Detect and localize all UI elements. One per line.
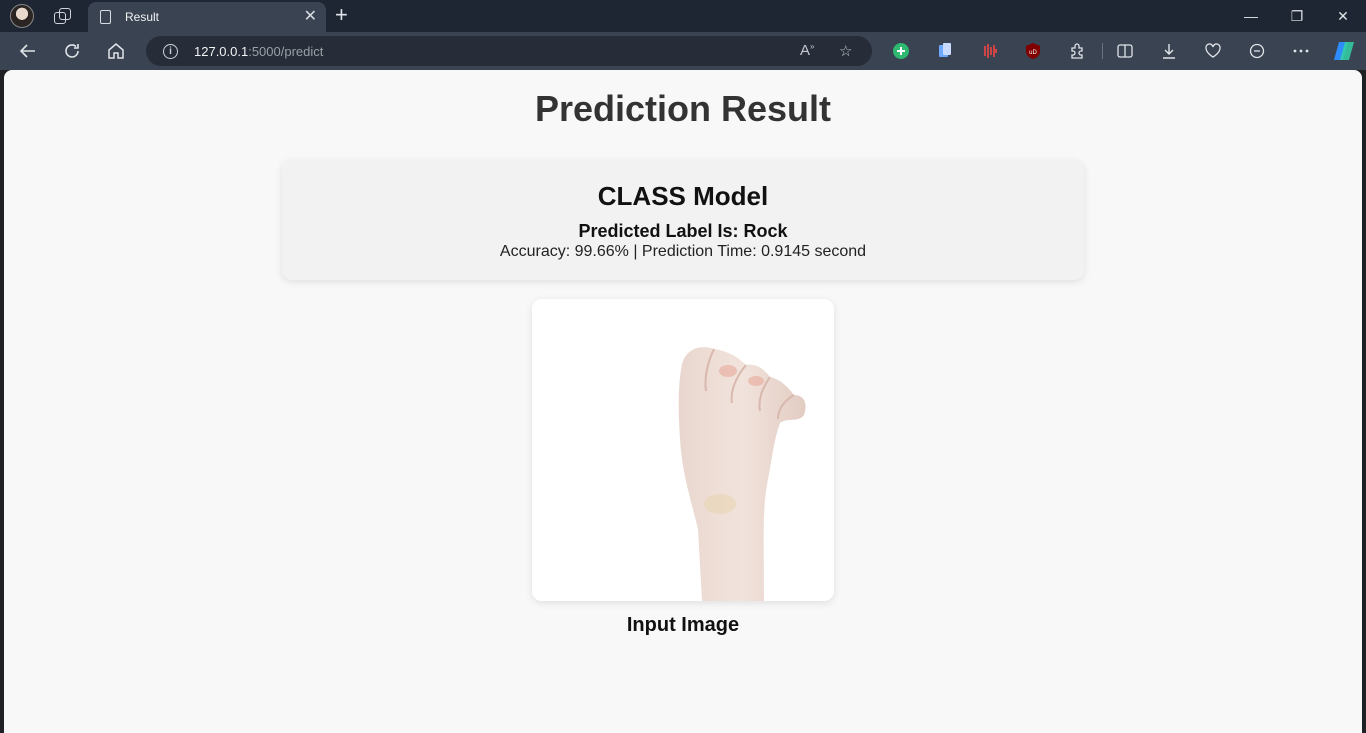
info-icon[interactable]: i (163, 43, 178, 59)
tab-close-icon[interactable]: ✕ (304, 9, 317, 25)
more-icon[interactable] (1292, 42, 1310, 60)
collections-icon[interactable] (936, 42, 954, 60)
add-extension-icon[interactable] (892, 42, 910, 60)
downloads-icon[interactable] (1160, 42, 1178, 60)
minimize-button[interactable]: — (1228, 0, 1274, 32)
ublock-icon[interactable]: uD (1024, 42, 1042, 60)
input-image (532, 299, 834, 601)
home-icon[interactable] (105, 40, 127, 62)
tab-title: Result (125, 10, 160, 24)
toolbar-separator (1102, 43, 1103, 59)
read-aloud-icon[interactable]: A» (800, 42, 814, 59)
split-screen-icon[interactable] (1116, 42, 1134, 60)
model-title: CLASS Model (597, 181, 769, 211)
image-caption: Input Image (626, 614, 740, 636)
svg-text:uD: uD (1029, 50, 1037, 56)
favorite-star-icon[interactable]: ☆ (839, 42, 852, 60)
page-viewport: Prediction Result CLASS Model Predicted … (4, 70, 1362, 733)
page-title: Prediction Result (534, 88, 832, 129)
extensions-icon[interactable] (1068, 42, 1086, 60)
workspaces-icon[interactable] (54, 8, 71, 24)
tab-result[interactable]: Result ✕ (88, 2, 326, 32)
browser-essentials-icon[interactable] (1204, 42, 1222, 60)
result-card: CLASS Model Predicted Label Is: Rock Acc… (282, 160, 1084, 280)
close-window-button[interactable]: ✕ (1320, 0, 1366, 32)
back-icon[interactable] (17, 40, 39, 62)
hand-image (532, 299, 834, 601)
title-bar: Result ✕ + — ❐ ✕ (0, 0, 1366, 32)
profile-avatar[interactable] (10, 4, 34, 28)
new-tab-button[interactable]: + (335, 4, 348, 26)
refresh-icon[interactable] (61, 40, 83, 62)
page-doc-icon (100, 10, 111, 24)
url-text[interactable]: 127.0.0.1:5000/predict (194, 44, 323, 59)
address-bar[interactable]: i 127.0.0.1:5000/predict A» ☆ (146, 36, 872, 66)
predicted-label: Predicted Label Is: Rock (578, 221, 788, 241)
url-path: :5000/predict (248, 43, 324, 59)
audio-extension-icon[interactable] (980, 42, 998, 60)
url-host: 127.0.0.1 (194, 43, 249, 59)
prediction-metrics: Accuracy: 99.66% | Prediction Time: 0.91… (499, 243, 867, 260)
copilot-app-icon[interactable] (1248, 42, 1266, 60)
copilot-icon[interactable] (1332, 40, 1356, 62)
browser-toolbar: i 127.0.0.1:5000/predict A» ☆ uD (0, 32, 1366, 70)
restore-button[interactable]: ❐ (1274, 0, 1320, 32)
